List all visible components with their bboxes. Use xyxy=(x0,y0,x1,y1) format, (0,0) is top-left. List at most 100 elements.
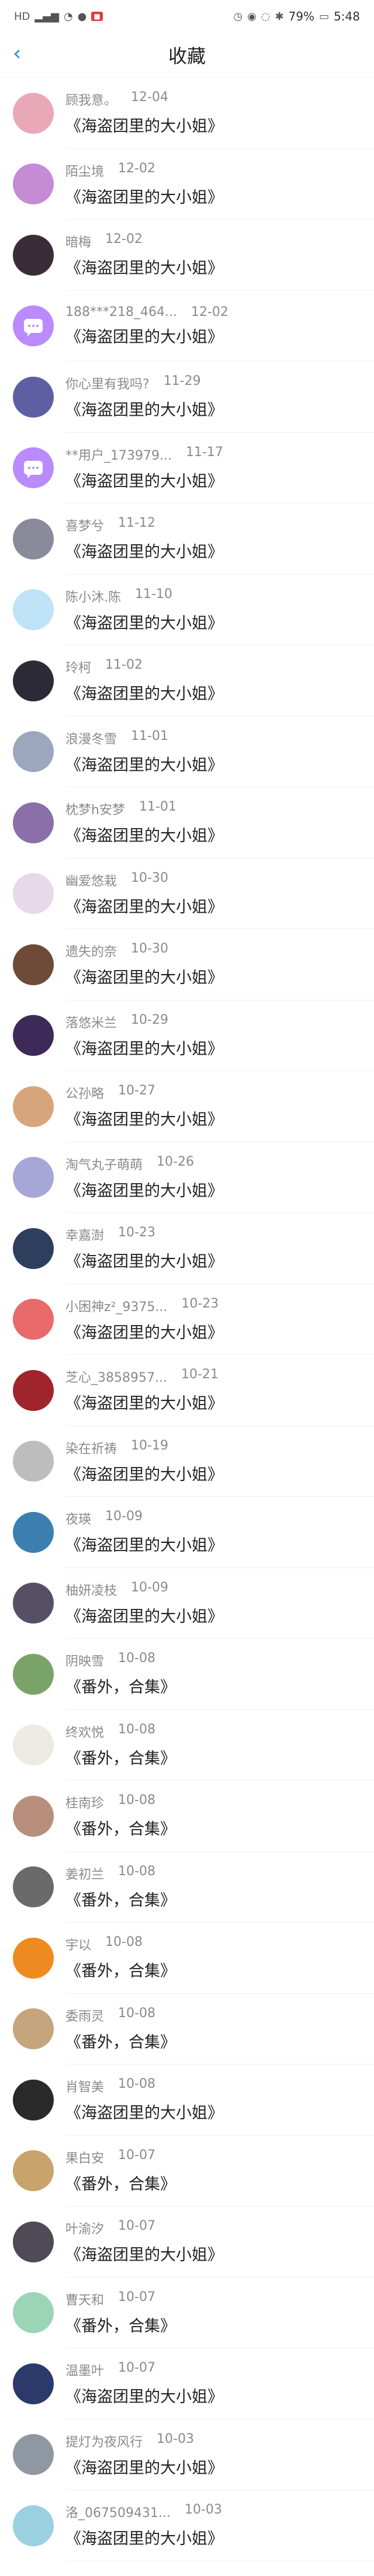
book-title[interactable]: 《番外，合集》 xyxy=(65,2029,176,2052)
user-name[interactable]: 喜梦兮 xyxy=(65,516,104,534)
book-title[interactable]: 《海盗团里的大小姐》 xyxy=(65,965,223,988)
user-name[interactable]: 桂南珍 xyxy=(65,1793,104,1812)
user-name[interactable]: 染在祈祷 xyxy=(65,1438,117,1457)
list-item[interactable]: 柚妍凌枝 10-09 《海盗团里的大小姐》 xyxy=(0,1568,374,1639)
user-name[interactable]: 小困神z²_9375... xyxy=(65,1296,167,1315)
user-name[interactable]: 陌尘境 xyxy=(65,161,104,180)
list-item[interactable]: 顾我意。 12-04 《海盗团里的大小姐》 xyxy=(0,78,374,149)
avatar[interactable] xyxy=(13,589,54,631)
avatar[interactable] xyxy=(13,1157,54,1198)
book-title[interactable]: 《番外，合集》 xyxy=(65,1816,176,1839)
list-item[interactable]: **用户_173979... 11-17 《海盗团里的大小姐》 xyxy=(0,433,374,503)
avatar[interactable] xyxy=(13,1228,54,1269)
avatar[interactable] xyxy=(13,2363,54,2404)
user-name[interactable]: 提灯为夜风行 xyxy=(65,2432,143,2450)
user-name[interactable]: 柚妍凌枝 xyxy=(65,1580,117,1599)
book-title[interactable]: 《番外，合集》 xyxy=(65,2313,176,2336)
list-item[interactable]: 幸嘉澍 10-23 《海盗团里的大小姐》 xyxy=(0,1213,374,1284)
avatar[interactable] xyxy=(13,305,54,347)
user-name[interactable]: 枕梦h安梦 xyxy=(65,799,125,818)
avatar[interactable] xyxy=(13,2292,54,2334)
list-item[interactable]: 阴映雪 10-08 《番外，合集》 xyxy=(0,1639,374,1710)
avatar[interactable] xyxy=(13,2008,54,2050)
book-title[interactable]: 《海盗团里的大小姐》 xyxy=(65,2100,223,2123)
avatar[interactable] xyxy=(13,92,54,134)
avatar[interactable] xyxy=(13,1795,54,1837)
book-title[interactable]: 《海盗团里的大小姐》 xyxy=(65,539,223,562)
user-name[interactable]: 公孙略 xyxy=(65,1083,104,1102)
avatar[interactable] xyxy=(13,1937,54,1979)
avatar[interactable] xyxy=(13,1299,54,1340)
avatar[interactable] xyxy=(13,2221,54,2262)
list-item[interactable]: 遗失的奈 10-30 《海盗团里的大小姐》 xyxy=(0,929,374,1000)
avatar[interactable] xyxy=(13,660,54,701)
list-item[interactable]: 喜梦兮 11-12 《海盗团里的大小姐》 xyxy=(0,503,374,575)
list-item[interactable]: 果白安 10-07 《番外，合集》 xyxy=(0,2136,374,2206)
user-name[interactable]: 芝心_3858957... xyxy=(65,1367,167,1386)
user-name[interactable]: 你心里有我吗? xyxy=(65,374,150,392)
list-item[interactable]: 桂南珍 10-08 《番外，合集》 xyxy=(0,1781,374,1852)
list-item[interactable]: 肖智美 10-08 《海盗团里的大小姐》 xyxy=(0,2064,374,2136)
book-title[interactable]: 《海盗团里的大小姐》 xyxy=(65,324,228,347)
book-title[interactable]: 《海盗团里的大小姐》 xyxy=(65,1320,223,1343)
book-title[interactable]: 《海盗团里的大小姐》 xyxy=(65,681,223,704)
list-item[interactable]: 浪漫冬雪 11-01 《海盗团里的大小姐》 xyxy=(0,717,374,787)
list-item[interactable]: 幽爱悠栽 10-30 《海盗团里的大小姐》 xyxy=(0,858,374,929)
user-name[interactable]: **用户_173979... xyxy=(65,445,172,464)
user-name[interactable]: 叶渝汐 xyxy=(65,2219,104,2237)
list-item[interactable]: 你心里有我吗? 11-29 《海盗团里的大小姐》 xyxy=(0,361,374,433)
book-title[interactable]: 《海盗团里的大小姐》 xyxy=(65,1036,223,1059)
user-name[interactable]: 果白安 xyxy=(65,2148,104,2167)
back-arrow-icon[interactable]: ‹ xyxy=(13,43,30,64)
book-title[interactable]: 《番外，合集》 xyxy=(65,1746,176,1768)
list-item[interactable]: 188***218_464... 12-02 《海盗团里的大小姐》 xyxy=(0,291,374,361)
list-item[interactable]: 委雨灵 10-08 《番外，合集》 xyxy=(0,1994,374,2064)
book-title[interactable]: 《番外，合集》 xyxy=(65,2171,176,2194)
user-name[interactable]: 阴映雪 xyxy=(65,1651,104,1670)
user-name[interactable]: 终欢悦 xyxy=(65,1722,104,1741)
list-item[interactable]: 落悠米兰 10-29 《海盗团里的大小姐》 xyxy=(0,1000,374,1071)
avatar[interactable] xyxy=(13,1369,54,1411)
book-title[interactable]: 《海盗团里的大小姐》 xyxy=(65,468,223,491)
avatar[interactable] xyxy=(13,447,54,489)
user-name[interactable]: 夜瑛 xyxy=(65,1509,91,1528)
list-item[interactable]: 淘气丸子萌萌 10-26 《海盗团里的大小姐》 xyxy=(0,1142,374,1213)
avatar[interactable] xyxy=(13,518,54,559)
avatar[interactable] xyxy=(13,2079,54,2120)
list-item[interactable]: 枕梦h安梦 11-01 《海盗团里的大小姐》 xyxy=(0,787,374,858)
avatar[interactable] xyxy=(13,1511,54,1553)
list-item[interactable]: 提灯为夜风行 10-03 《海盗团里的大小姐》 xyxy=(0,2419,374,2490)
book-title[interactable]: 《番外，合集》 xyxy=(65,1887,176,1910)
book-title[interactable]: 《番外，合集》 xyxy=(65,1674,176,1697)
avatar[interactable] xyxy=(13,1015,54,1056)
avatar[interactable] xyxy=(13,164,54,205)
avatar[interactable] xyxy=(13,2434,54,2476)
book-title[interactable]: 《海盗团里的大小姐》 xyxy=(65,185,223,207)
avatar[interactable] xyxy=(13,802,54,843)
book-title[interactable]: 《海盗团里的大小姐》 xyxy=(65,894,223,917)
list-item[interactable]: 姜初兰 10-08 《番外，合集》 xyxy=(0,1852,374,1923)
list-item[interactable]: 陌尘境 12-02 《海盗团里的大小姐》 xyxy=(0,149,374,220)
user-name[interactable]: 暗梅 xyxy=(65,232,91,251)
user-name[interactable]: 玲柯 xyxy=(65,658,91,676)
avatar[interactable] xyxy=(13,1653,54,1695)
user-name[interactable]: 遗失的奈 xyxy=(65,941,117,960)
book-title[interactable]: 《海盗团里的大小姐》 xyxy=(65,610,223,633)
avatar[interactable] xyxy=(13,944,54,985)
user-name[interactable]: 姜初兰 xyxy=(65,1864,104,1883)
list-item[interactable]: 叶渝汐 10-07 《海盗团里的大小姐》 xyxy=(0,2206,374,2278)
list-item[interactable]: 公孙略 10-27 《海盗团里的大小姐》 xyxy=(0,1071,374,1142)
avatar[interactable] xyxy=(13,234,54,276)
avatar[interactable] xyxy=(13,1725,54,1766)
list-item[interactable]: 暗梅 12-02 《海盗团里的大小姐》 xyxy=(0,220,374,291)
list-item[interactable]: 玲柯 11-02 《海盗团里的大小姐》 xyxy=(0,645,374,717)
list-item[interactable]: 夜瑛 10-09 《海盗团里的大小姐》 xyxy=(0,1497,374,1568)
user-name[interactable]: 温墨叶 xyxy=(65,2361,104,2379)
user-name[interactable]: 陈小沐.陈 xyxy=(65,587,121,606)
avatar[interactable] xyxy=(13,1086,54,1127)
user-name[interactable]: 委雨灵 xyxy=(65,2006,104,2025)
user-name[interactable]: 顾我意。 xyxy=(65,90,117,109)
avatar[interactable] xyxy=(13,2505,54,2546)
avatar[interactable] xyxy=(13,1441,54,1482)
book-title[interactable]: 《海盗团里的大小姐》 xyxy=(65,2242,223,2265)
